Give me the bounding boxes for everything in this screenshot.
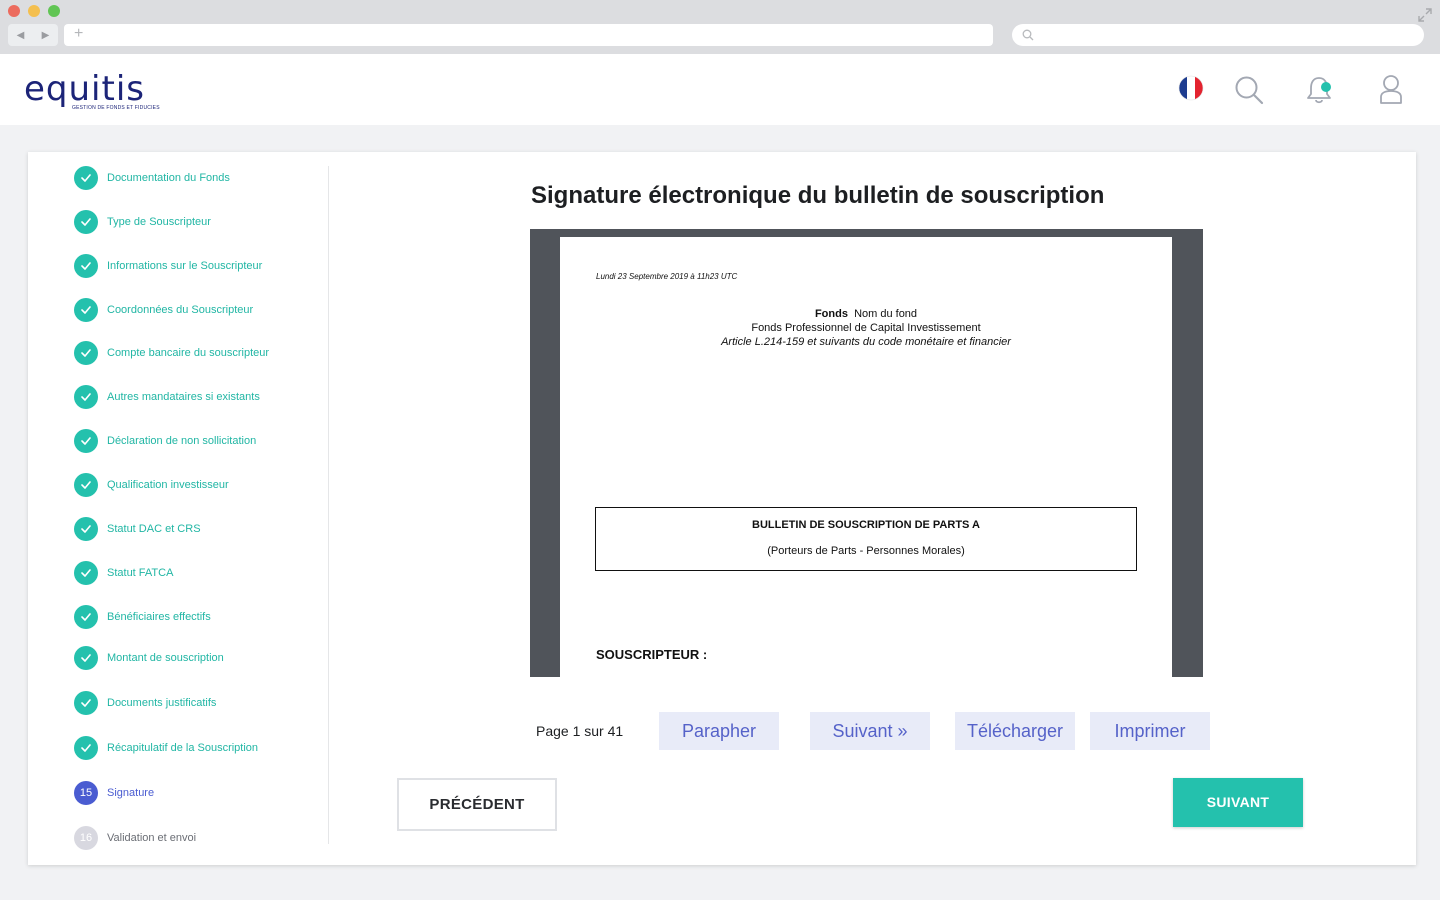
sidebar-step[interactable]: 16 Validation et envoi (74, 826, 196, 850)
check-icon (74, 473, 98, 497)
sidebar-step[interactable]: Statut DAC et CRS (74, 517, 201, 541)
address-bar[interactable]: + (64, 24, 993, 46)
document-viewer[interactable]: Lundi 23 Septembre 2019 à 11h23 UTC Fond… (530, 229, 1203, 677)
france-flag-icon[interactable] (1177, 74, 1205, 102)
page-title: Signature électronique du bulletin de so… (531, 182, 1105, 209)
notification-dot (1321, 82, 1331, 92)
check-icon (74, 736, 98, 760)
document-page: Lundi 23 Septembre 2019 à 11h23 UTC Fond… (560, 237, 1172, 677)
sidebar-step[interactable]: Type de Souscripteur (74, 210, 211, 234)
forward-arrow-icon[interactable]: ▶ (42, 30, 50, 41)
print-button[interactable]: Imprimer (1090, 712, 1210, 750)
bulletin-title-box: BULLETIN DE SOUSCRIPTION DE PARTS A (Por… (595, 507, 1137, 571)
sidebar-step[interactable]: Documents justificatifs (74, 691, 216, 715)
sidebar-step[interactable]: Documentation du Fonds (74, 166, 230, 190)
sidebar-step-label: Documentation du Fonds (107, 172, 230, 184)
bulletin-title: BULLETIN DE SOUSCRIPTION DE PARTS A (752, 519, 980, 531)
next-step-button[interactable]: SUIVANT (1173, 778, 1303, 827)
sidebar-divider (328, 166, 329, 844)
subscription-card: Documentation du Fonds Type de Souscripte… (28, 152, 1416, 865)
sidebar-step-label: Montant de souscription (107, 652, 224, 664)
sidebar-step[interactable]: Coordonnées du Souscripteur (74, 298, 253, 322)
sidebar-step[interactable]: Déclaration de non sollicitation (74, 429, 256, 453)
sidebar-step-label: Qualification investisseur (107, 479, 229, 491)
next-page-button[interactable]: Suivant » (810, 712, 930, 750)
logo-wordmark: equitis (24, 69, 145, 109)
app-header: equitis GESTION DE FONDS ET FIDUCIES (0, 54, 1440, 125)
document-date: Lundi 23 Septembre 2019 à 11h23 UTC (596, 272, 738, 281)
sidebar-step-label: Statut FATCA (107, 567, 174, 579)
sidebar-step-label: Statut DAC et CRS (107, 523, 201, 535)
sidebar-step-label: Informations sur le Souscripteur (107, 260, 263, 272)
new-tab-icon[interactable]: + (74, 25, 83, 42)
notification-bell-icon[interactable] (1306, 74, 1336, 106)
sidebar-step[interactable]: Montant de souscription (74, 646, 224, 670)
maximize-window-dot[interactable] (48, 5, 60, 17)
sidebar-step[interactable]: Qualification investisseur (74, 473, 229, 497)
back-arrow-icon[interactable]: ◀ (17, 30, 25, 41)
sidebar-step[interactable]: Informations sur le Souscripteur (74, 254, 262, 278)
parapher-button[interactable]: Parapher (659, 712, 779, 750)
sidebar-step-label: Récapitulatif de la Souscription (107, 742, 259, 754)
sidebar-step-label: Déclaration de non sollicitation (107, 435, 257, 447)
search-icon[interactable] (1234, 75, 1264, 105)
sidebar-step-label: Autres mandataires si existants (107, 391, 260, 403)
check-icon (74, 166, 98, 190)
fund-type: Fonds Professionnel de Capital Investiss… (751, 322, 981, 334)
check-icon (74, 561, 98, 585)
fullscreen-icon[interactable] (1418, 8, 1432, 22)
check-icon (74, 646, 98, 670)
step-number: 16 (74, 826, 98, 850)
check-icon (74, 254, 98, 278)
sidebar-step[interactable]: Statut FATCA (74, 561, 173, 585)
search-icon (1022, 29, 1034, 41)
download-button[interactable]: Télécharger (955, 712, 1075, 750)
sidebar-step[interactable]: Autres mandataires si existants (74, 385, 260, 409)
check-icon (74, 210, 98, 234)
minimize-window-dot[interactable] (28, 5, 40, 17)
check-icon (74, 605, 98, 629)
check-icon (74, 341, 98, 365)
sidebar-step-label: Type de Souscripteur (107, 216, 211, 228)
history-nav: ◀ ▶ (8, 24, 58, 46)
logo-tagline: GESTION DE FONDS ET FIDUCIES (72, 105, 160, 111)
sidebar-step-label: Signature (107, 787, 155, 799)
subscriber-heading: SOUSCRIPTEUR : (596, 647, 708, 662)
sidebar-step-label: Bénéficiaires effectifs (107, 611, 211, 623)
check-icon (74, 691, 98, 715)
check-icon (74, 385, 98, 409)
sidebar-step[interactable]: 15 Signature (74, 781, 154, 805)
close-window-dot[interactable] (8, 5, 20, 17)
fund-label: Fonds (814, 308, 848, 320)
browser-search-bar[interactable] (1012, 24, 1424, 46)
sidebar-step-label: Coordonnées du Souscripteur (107, 304, 254, 316)
step-number: 15 (74, 781, 98, 805)
user-icon[interactable] (1378, 74, 1404, 106)
fund-name: Nom du fond (854, 308, 918, 320)
page-counter: Page 1 sur 41 (536, 723, 624, 739)
check-icon (74, 517, 98, 541)
check-icon (74, 298, 98, 322)
previous-step-button[interactable]: PRÉCÉDENT (397, 778, 557, 831)
sidebar-step-label: Compte bancaire du souscripteur (107, 347, 270, 359)
bulletin-subtitle: (Porteurs de Parts - Personnes Morales) (767, 545, 965, 557)
sidebar-step[interactable]: Récapitulatif de la Souscription (74, 736, 258, 760)
check-icon (74, 429, 98, 453)
sidebar-step[interactable]: Bénéficiaires effectifs (74, 605, 211, 629)
sidebar-step-label: Validation et envoi (107, 832, 197, 844)
browser-chrome: ◀ ▶ + (0, 0, 1440, 54)
sidebar-step[interactable]: Compte bancaire du souscripteur (74, 341, 269, 365)
fund-header: Fonds Nom du fond Fonds Professionnel de… (560, 307, 1172, 349)
equitis-logo[interactable]: equitis GESTION DE FONDS ET FIDUCIES (24, 69, 160, 111)
fund-article: Article L.214-159 et suivants du code mo… (721, 336, 1011, 348)
sidebar-step-label: Documents justificatifs (107, 697, 217, 709)
